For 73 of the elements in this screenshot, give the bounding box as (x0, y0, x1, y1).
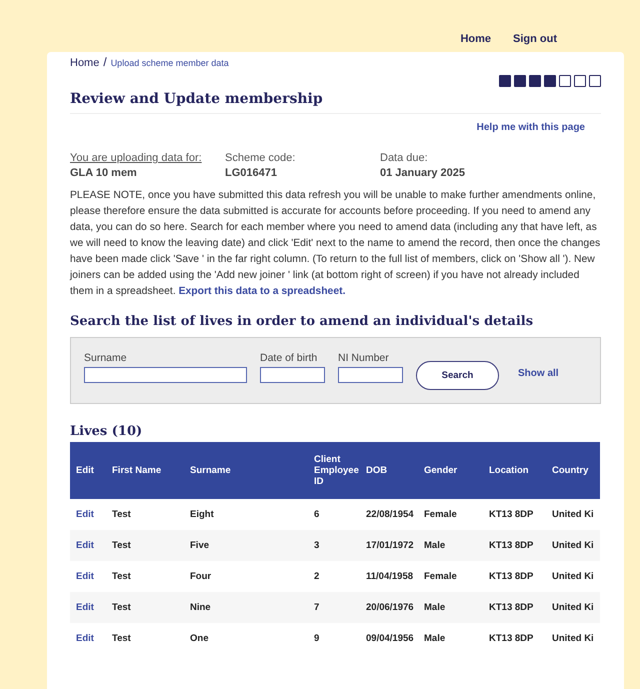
table-cell: Female (424, 571, 457, 582)
table-cell: 20/06/1976 (366, 602, 414, 613)
table-cell: 6 (314, 509, 320, 520)
edit-link[interactable]: Edit (76, 509, 94, 520)
table-cell: Five (190, 540, 210, 551)
summary-value: 01 January 2025 (380, 167, 466, 179)
table-heading: Lives (10) (70, 424, 144, 439)
table-cell: 22/08/1954 (366, 509, 414, 520)
help-link[interactable]: Help me with this page (476, 122, 585, 148)
search-button[interactable]: Search (416, 361, 499, 390)
table-cell: United Ki (552, 602, 594, 613)
table-cell: 11/04/1958 (366, 571, 414, 582)
table-cell: Four (190, 571, 212, 582)
breadcrumb-link[interactable]: Upload scheme member data (110, 58, 229, 68)
table-cell: 3 (314, 540, 320, 551)
nav-link[interactable]: Home (460, 33, 491, 52)
table-cell: United Ki (552, 540, 594, 551)
table-cell: Test (112, 509, 131, 520)
table-cell: 09/04/1956 (366, 633, 414, 644)
table-cell: Male (424, 602, 446, 613)
column-header: Edit (76, 465, 94, 476)
page-title: Review and Update membership (70, 91, 601, 114)
input-field[interactable] (338, 367, 403, 383)
edit-link[interactable]: Edit (76, 602, 94, 613)
field-label: Date of birth (260, 352, 318, 364)
table-cell: Nine (190, 602, 211, 613)
column-header: Location (489, 465, 529, 476)
notice-paragraph: PLEASE NOTE, once you have submitted this data refresh you will be unable to make further amendments online, please therefore ensure the data submitted is accurate for accounts before proceeding. If you need to amend any data, you can do so here. Search for each member where you need to amend data (including any that have left, as we will need to know the leaving date) and click 'Edit' next to the name to amend the record, then once the changes have been made click 'Save ' in the far right column. (To return to the full list of members, click on 'Show all '). New joiners can be added using the 'Add new joiner ' link (at bottom right of screen) if you have not already included them in a spreadsheet. Export this data to a spreadsheet. (70, 189, 601, 299)
table-cell: Test (112, 633, 131, 644)
table-cell: 2 (314, 571, 320, 582)
column-header: Client Employee ID (314, 454, 359, 487)
table-cell: KT13 8DP (489, 571, 534, 582)
table-cell: United Ki (552, 633, 594, 644)
edit-link[interactable]: Edit (76, 633, 94, 644)
table-cell: KT13 8DP (489, 633, 534, 644)
table-cell: Test (112, 540, 131, 551)
table-cell: Female (424, 509, 457, 520)
table-cell: United Ki (552, 509, 594, 520)
input-field[interactable] (84, 367, 247, 383)
section-heading: Search the list of lives in order to amend an individual's details (70, 314, 534, 329)
summary-label: You are uploading data for: (70, 152, 203, 164)
table-cell: Male (424, 540, 446, 551)
table-cell: 7 (314, 602, 320, 613)
table-cell: Test (112, 571, 131, 582)
summary-label: Data due: (380, 152, 429, 164)
table-cell: KT13 8DP (489, 509, 534, 520)
column-header: First Name (112, 465, 162, 476)
export-link[interactable]: Export this data to a spreadsheet. (178, 286, 346, 297)
column-header: Surname (190, 465, 231, 476)
column-header: Country (552, 465, 588, 476)
input-field[interactable] (260, 367, 325, 383)
table-cell: One (190, 633, 208, 644)
column-header: Gender (424, 465, 458, 476)
summary-label: Scheme code: (225, 152, 296, 164)
table-cell: Eight (190, 509, 214, 520)
table-cell: 9 (314, 633, 320, 644)
table-cell: Male (424, 633, 446, 644)
table-cell: KT13 8DP (489, 602, 534, 613)
show-all-link[interactable]: Show all (518, 368, 559, 379)
column-header: DOB (366, 465, 388, 476)
nav-link[interactable]: Sign out (513, 33, 557, 52)
table-cell: 17/01/1972 (366, 540, 414, 551)
table-cell: KT13 8DP (489, 540, 534, 551)
breadcrumb-separator: / (103, 55, 107, 69)
field-label: Surname (84, 352, 128, 364)
breadcrumb-link[interactable]: Home (70, 57, 100, 69)
table-cell: United Ki (552, 571, 594, 582)
edit-link[interactable]: Edit (76, 540, 94, 551)
edit-link[interactable]: Edit (76, 571, 94, 582)
field-label: NI Number (338, 352, 390, 364)
summary-value: GLA 10 mem (70, 167, 138, 179)
table-cell: Test (112, 602, 131, 613)
summary-value: LG016471 (225, 167, 278, 179)
